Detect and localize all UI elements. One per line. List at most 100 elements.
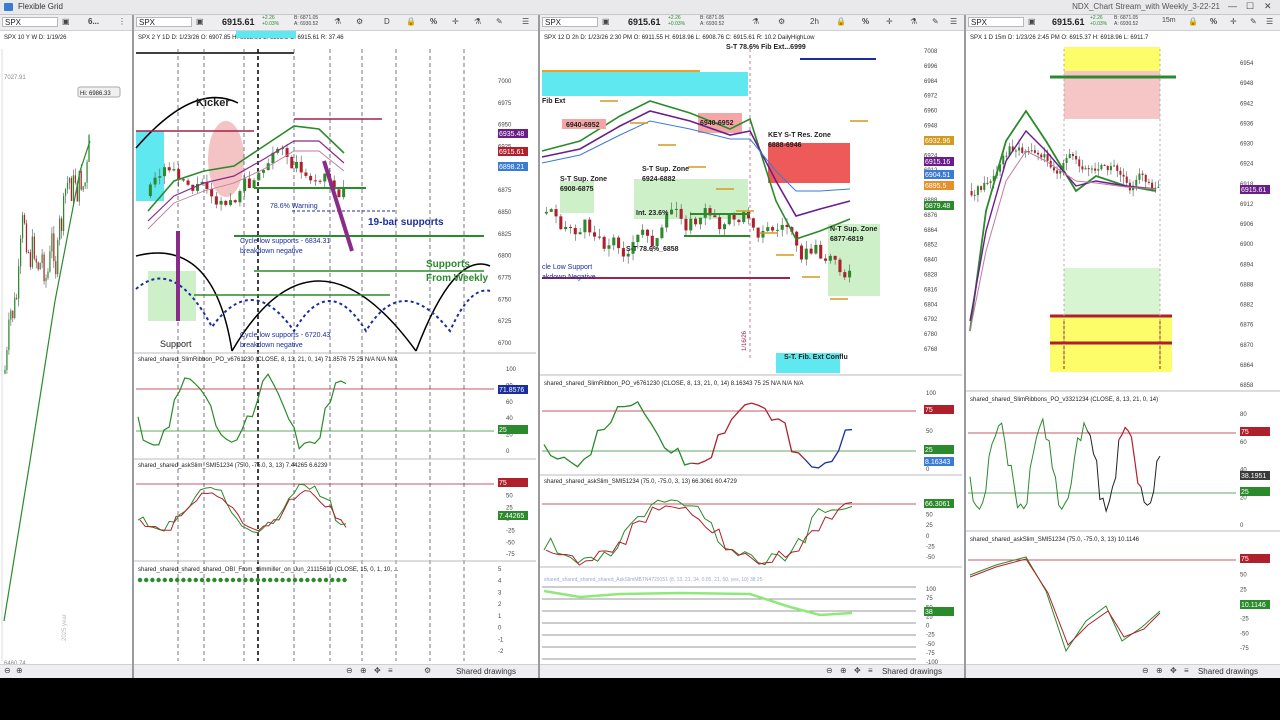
indicator-axis-label: 25 [926, 523, 933, 529]
chart-canvas[interactable]: SPX 10 Y W D: 1/19/267027.91Hi: 6986.336… [0, 31, 130, 666]
y-axis-label: 6775 [498, 276, 512, 282]
crosshair-icon[interactable]: ✛ [1230, 17, 1237, 26]
indicator-tag: 25 [925, 447, 933, 454]
layers-icon[interactable]: ≡ [868, 666, 873, 675]
shared-drawings-label[interactable]: Shared drawings [882, 667, 942, 676]
pan-icon[interactable]: ✥ [854, 666, 861, 675]
menu-icon[interactable]: ☰ [1266, 17, 1273, 26]
candle-body [607, 245, 611, 249]
close-icon[interactable]: ✕ [1264, 1, 1272, 12]
settings-icon[interactable]: ⋮ [118, 17, 126, 26]
flask-icon[interactable]: ⚗ [334, 17, 341, 26]
candle-body [1135, 179, 1138, 186]
timeframe-button[interactable]: 2h [810, 17, 819, 26]
indicator-axis-label: 1 [498, 614, 502, 620]
chart-canvas[interactable]: SPX 2 Y 1D D: 1/23/26 O: 6907.85 H: 6932… [134, 31, 536, 666]
symbol-input[interactable]: SPX [2, 17, 58, 27]
zoom-out-icon[interactable]: ⊖ [4, 666, 11, 675]
candle-body [1014, 150, 1017, 152]
lock-icon[interactable]: 🔒 [836, 17, 846, 26]
lock-icon[interactable]: 🔒 [1188, 17, 1198, 26]
shared-drawings-label[interactable]: Shared drawings [1198, 667, 1258, 676]
gear-icon[interactable]: ⚙ [778, 17, 785, 26]
zoom-out-icon[interactable]: ⊖ [826, 666, 833, 675]
y-axis-label: 6852 [924, 243, 938, 249]
candle-body [799, 245, 804, 260]
candle-body [564, 226, 568, 230]
link-icon[interactable]: ▣ [1028, 17, 1036, 26]
pencil-icon[interactable]: ✎ [932, 17, 939, 26]
menu-icon[interactable]: ☰ [950, 17, 957, 26]
crosshair-icon[interactable]: ✛ [452, 17, 459, 26]
indicator-axis-label: 50 [926, 429, 933, 435]
pencil-icon[interactable]: ✎ [1250, 17, 1257, 26]
chart-canvas[interactable]: SPX 1 D 15m D: 1/23/26 2:45 PM O: 6915.3… [966, 31, 1280, 666]
timeframe-button[interactable]: D [384, 17, 390, 26]
shared-drawings-label[interactable]: Shared drawings [456, 667, 516, 676]
zoom-in-icon[interactable]: ⊕ [16, 666, 23, 675]
ribbon-oscillator [969, 417, 1088, 511]
date-annotation: 1/16/26 [742, 330, 748, 351]
zoom-in-icon[interactable]: ⊕ [840, 666, 847, 675]
cyan-zone [542, 72, 748, 96]
obi-dot [237, 577, 242, 583]
chart-panel-2h[interactable]: SPX ▣ 6915.61 +2.26 +0.03% B: 6871.05 A:… [540, 15, 966, 678]
candle-body [983, 182, 986, 190]
candle-body [713, 215, 717, 218]
zoom-in-icon[interactable]: ⊕ [360, 666, 367, 675]
link-icon[interactable]: ▣ [196, 17, 204, 26]
kicker-highlight [208, 121, 244, 197]
layers-icon[interactable]: ≡ [388, 666, 393, 675]
flask-icon[interactable]: ⚗ [474, 17, 481, 26]
flask-icon[interactable]: ⚗ [910, 17, 917, 26]
pan-icon[interactable]: ✥ [374, 666, 381, 675]
menu-icon[interactable]: ☰ [522, 17, 529, 26]
chart-canvas[interactable]: SPX 12 D 2h D: 1/23/26 2:30 PM O: 6911.5… [540, 31, 962, 666]
maximize-icon[interactable]: ☐ [1246, 1, 1254, 12]
indicator-axis-label: 50 [506, 494, 513, 500]
symbol-input[interactable]: SPX [542, 17, 598, 27]
obi-dot [336, 577, 341, 583]
ribbon-oscillator [1086, 430, 1120, 514]
indicator-tag: 75 [1241, 429, 1249, 436]
lock-icon[interactable]: 🔒 [406, 17, 416, 26]
candle-body [257, 172, 261, 181]
annotation-text: Cycle low supports - 6834.31 [240, 238, 330, 245]
percent-icon[interactable]: % [1210, 17, 1217, 26]
annotation-text: S-T 78.6%_6858 [626, 246, 679, 253]
minimize-icon[interactable]: — [1228, 1, 1237, 11]
percent-icon[interactable]: % [862, 17, 869, 26]
crosshair-icon[interactable]: ✛ [886, 17, 893, 26]
pencil-icon[interactable]: ✎ [496, 17, 503, 26]
gear-icon[interactable]: ⚙ [356, 17, 363, 26]
link-icon[interactable]: ▣ [602, 17, 610, 26]
chart-panel-weekly[interactable]: SPX ▣ 6... ⋮ SPX 10 Y W D: 1/19/26 7027.9… [0, 15, 134, 678]
drawing-tool-icon[interactable]: ⚙ [424, 666, 431, 675]
price-tag: 6915.61 [1241, 187, 1266, 194]
obi-dot [280, 577, 285, 583]
symbol-input[interactable]: SPX [136, 17, 192, 27]
support-zone [148, 271, 196, 321]
key-resistance-zone [768, 143, 850, 183]
chart-panel-daily[interactable]: SPX ▣ 6915.61 +2.26 +0.03% B: 6871.05 A:… [134, 15, 540, 678]
link-icon[interactable]: ▣ [62, 17, 70, 26]
panel-footer: ⊖ ⊕ ✥ ≡ Shared drawings [540, 664, 964, 678]
zoom-in-icon[interactable]: ⊕ [1156, 666, 1163, 675]
candle-body [86, 161, 88, 183]
y-axis-label: 6700 [498, 341, 512, 347]
indicator-axis-label: 80 [1240, 412, 1247, 418]
candle-body [82, 186, 84, 190]
y-axis-label: 6948 [924, 124, 938, 130]
pan-icon[interactable]: ✥ [1170, 666, 1177, 675]
zoom-out-icon[interactable]: ⊖ [346, 666, 353, 675]
candle-body [1040, 154, 1043, 158]
candle-body [214, 196, 218, 205]
indicator-title: shared_shared_askSlim_SMI51234 (75.0, -7… [970, 537, 1140, 543]
zoom-out-icon[interactable]: ⊖ [1142, 666, 1149, 675]
flask-icon[interactable]: ⚗ [752, 17, 759, 26]
percent-icon[interactable]: % [430, 17, 437, 26]
symbol-input[interactable]: SPX [968, 17, 1024, 27]
timeframe-button[interactable]: 15m [1162, 17, 1176, 24]
layers-icon[interactable]: ≡ [1184, 666, 1189, 675]
chart-panel-15m[interactable]: SPX ▣ 6915.61 +2.26 +0.03% B: 6871.05 A:… [966, 15, 1280, 678]
